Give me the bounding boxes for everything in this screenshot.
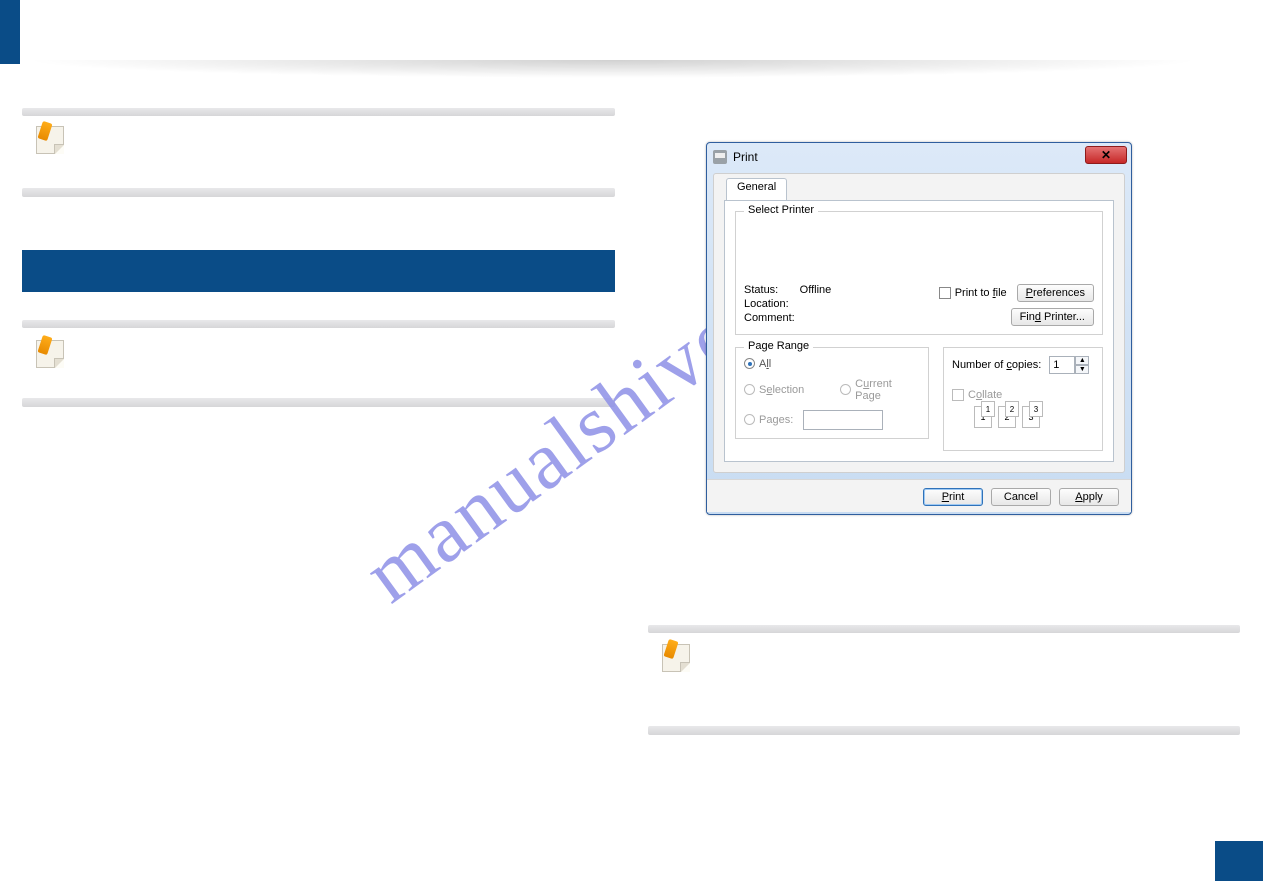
comment-label: Comment: <box>744 312 884 324</box>
radio-current-page: Current Page <box>840 378 920 402</box>
page-icon: 33 <box>1022 406 1040 428</box>
dialog-body: General Select Printer Status: Offline L… <box>713 173 1125 473</box>
close-button[interactable]: ✕ <box>1085 146 1127 164</box>
apply-button[interactable]: Apply <box>1059 488 1119 506</box>
radio-icon <box>840 384 851 395</box>
group-copies: Number of copies: ▲ ▼ Collate <box>943 347 1103 451</box>
note-icon <box>36 340 64 368</box>
checkbox-icon <box>952 389 964 401</box>
page-icon: 11 <box>974 406 992 428</box>
collate-preview: 11 22 33 <box>974 406 1094 428</box>
cancel-button[interactable]: Cancel <box>991 488 1051 506</box>
section-divider <box>648 625 1240 633</box>
section-divider <box>22 320 615 328</box>
dialog-titlebar[interactable]: Print ✕ <box>707 143 1131 171</box>
radio-all[interactable]: All <box>744 358 771 370</box>
page-accent-bar <box>0 0 20 64</box>
page-number-block <box>1215 841 1263 881</box>
copies-spinner[interactable]: ▲ ▼ <box>1049 356 1089 374</box>
checkbox-icon <box>939 287 951 299</box>
close-icon: ✕ <box>1101 148 1111 162</box>
preferences-label: references <box>1033 287 1085 299</box>
print-to-file-label: Print to file <box>955 287 1007 299</box>
section-divider <box>22 108 615 116</box>
copies-input[interactable] <box>1049 356 1075 374</box>
pages-input[interactable] <box>803 410 883 430</box>
preferences-button[interactable]: Preferences <box>1017 284 1094 302</box>
spinner-up-button[interactable]: ▲ <box>1075 356 1089 365</box>
dialog-title: Print <box>733 150 758 164</box>
section-divider <box>22 398 615 407</box>
printer-icon <box>713 150 727 164</box>
location-label: Location: <box>744 298 884 310</box>
radio-icon <box>744 414 755 425</box>
section-divider <box>22 188 615 197</box>
printer-list[interactable] <box>744 220 1094 282</box>
page-and-copies-row: Page Range All Selection Current Page <box>735 347 1103 451</box>
radio-selection: Selection <box>744 378 804 402</box>
status-value: Offline <box>800 284 832 296</box>
group-select-printer: Select Printer Status: Offline Location:… <box>735 211 1103 335</box>
radio-icon <box>744 384 755 395</box>
dialog-action-bar: Print Cancel Apply <box>707 479 1131 512</box>
print-button[interactable]: Print <box>923 488 983 506</box>
spinner-down-button[interactable]: ▼ <box>1075 365 1089 374</box>
print-dialog: Print ✕ General Select Printer Status: O… <box>706 142 1132 515</box>
radio-pages: Pages: <box>744 414 793 426</box>
collate-checkbox: Collate <box>952 389 1002 401</box>
printer-status-row: Status: Offline Location: Comment: Print… <box>744 284 1094 326</box>
print-to-file-checkbox[interactable]: Print to file <box>939 287 1007 299</box>
group-label: Select Printer <box>744 204 818 216</box>
tab-general[interactable]: General <box>726 178 787 200</box>
group-page-range: Page Range All Selection Current Page <box>735 347 929 439</box>
radio-icon <box>744 358 755 369</box>
page-icon: 22 <box>998 406 1016 428</box>
tab-strip: General <box>724 178 1114 200</box>
status-label: Status: <box>744 284 778 296</box>
header-divider <box>22 60 1203 78</box>
group-label: Page Range <box>744 340 813 352</box>
note-icon <box>662 644 690 672</box>
section-heading-bar <box>22 250 615 292</box>
copies-label: Number of copies: <box>952 359 1041 371</box>
tab-panel-general: Select Printer Status: Offline Location:… <box>724 200 1114 462</box>
find-printer-button[interactable]: Find Printer... <box>1011 308 1094 326</box>
section-divider <box>648 726 1240 735</box>
note-icon <box>36 126 64 154</box>
